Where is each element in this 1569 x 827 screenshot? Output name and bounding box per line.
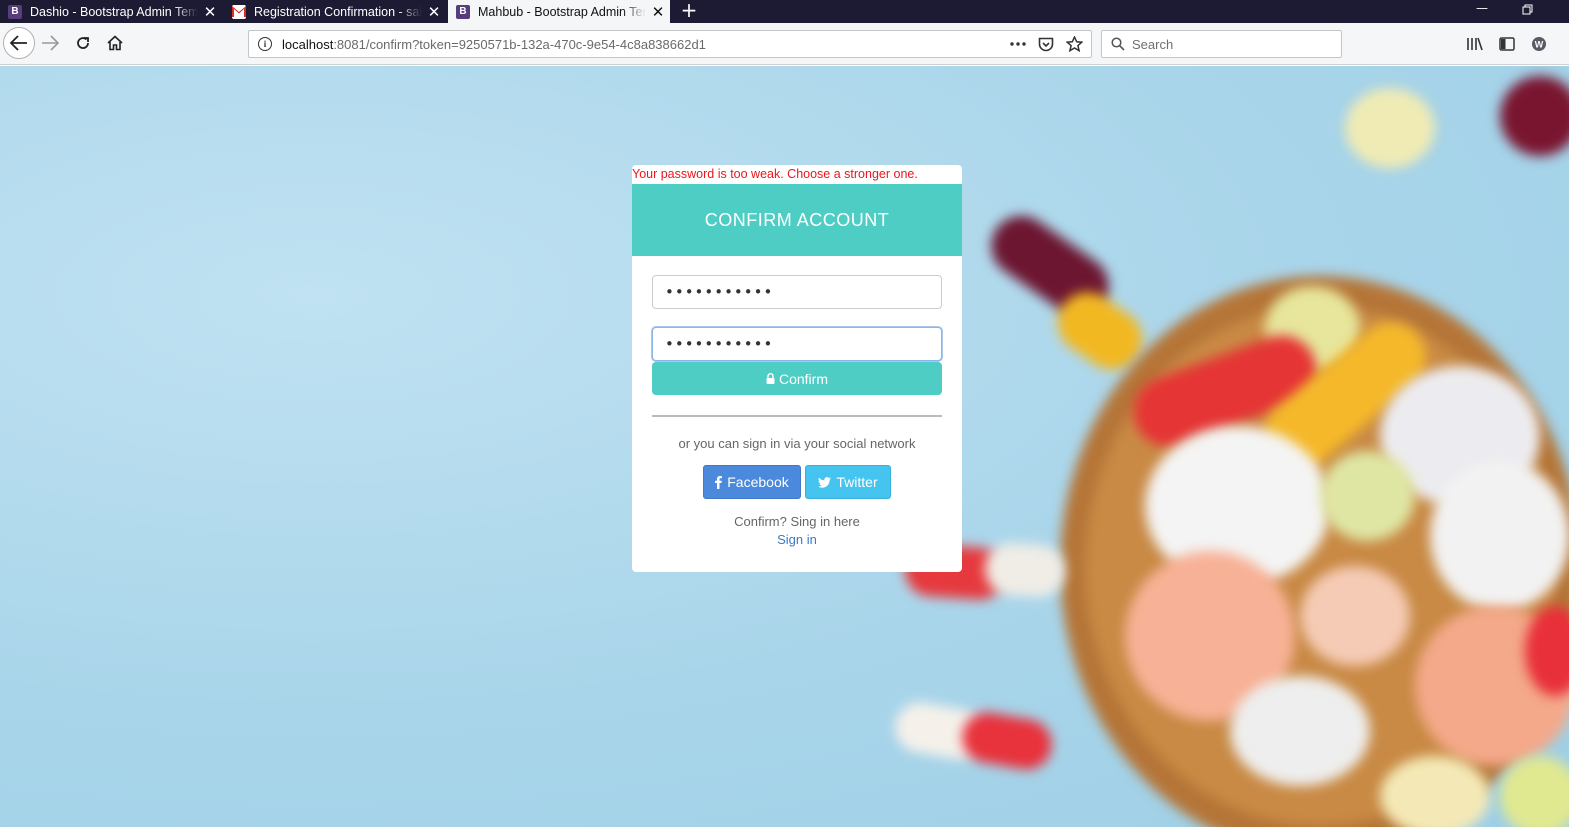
search-input[interactable] xyxy=(1132,35,1332,53)
pill-decoration xyxy=(983,541,1067,599)
pill-decoration xyxy=(1380,756,1490,827)
pill-decoration xyxy=(1320,451,1415,541)
facebook-button-label: Facebook xyxy=(727,474,789,490)
home-icon xyxy=(107,35,123,51)
gmail-icon xyxy=(232,4,246,19)
divider xyxy=(652,415,942,417)
confirm-signin-text: Confirm? Sing in here xyxy=(734,514,860,529)
confirm-button[interactable]: Confirm xyxy=(652,362,942,395)
pill-decoration xyxy=(1430,461,1569,611)
arrow-right-icon xyxy=(42,35,59,51)
pill-decoration xyxy=(1500,76,1569,156)
tab-registration[interactable]: Registration Confirmation - sakib ✕ xyxy=(224,0,446,23)
twitter-button-label: Twitter xyxy=(836,474,878,490)
password-input[interactable] xyxy=(652,275,942,309)
tab-dashio[interactable]: B Dashio - Bootstrap Admin Template ✕ xyxy=(0,0,222,23)
search-icon xyxy=(1111,37,1125,51)
tab-strip: B Dashio - Bootstrap Admin Template ✕ Re… xyxy=(0,0,1569,23)
social-network-text: or you can sign in via your social netwo… xyxy=(678,436,916,451)
extension-icon[interactable]: W xyxy=(1529,35,1549,53)
library-icon[interactable] xyxy=(1465,35,1485,53)
pill-decoration xyxy=(1345,88,1435,168)
pill-decoration xyxy=(1230,676,1370,786)
close-icon[interactable]: ✕ xyxy=(422,3,446,21)
facebook-button[interactable]: Facebook xyxy=(703,465,801,499)
page-background: Your password is too weak. Choose a stro… xyxy=(0,66,1569,827)
search-bar[interactable] xyxy=(1101,30,1342,58)
twitter-button[interactable]: Twitter xyxy=(805,465,891,499)
minimize-icon[interactable]: — xyxy=(1462,0,1502,23)
bootstrap-icon: B xyxy=(456,4,470,19)
facebook-icon xyxy=(715,475,723,489)
close-icon[interactable]: ✕ xyxy=(198,3,222,21)
restore-icon[interactable] xyxy=(1508,0,1548,23)
pill-decoration xyxy=(1500,756,1569,827)
url-bar[interactable]: i localhost:8081/confirm?token=9250571b-… xyxy=(248,30,1092,58)
confirm-password-input[interactable] xyxy=(652,327,942,361)
reload-icon xyxy=(77,37,89,49)
weak-password-warning: Your password is too weak. Choose a stro… xyxy=(632,165,962,184)
tab-title: Mahbub - Bootstrap Admin Template xyxy=(478,4,646,19)
info-icon[interactable]: i xyxy=(258,37,272,51)
nav-bar: i localhost:8081/confirm?token=9250571b-… xyxy=(0,23,1569,65)
tab-title: Dashio - Bootstrap Admin Template xyxy=(30,4,198,19)
sign-in-link[interactable]: Sign in xyxy=(632,532,962,547)
tab-mahbub[interactable]: B Mahbub - Bootstrap Admin Template ✕ xyxy=(448,0,670,23)
back-button[interactable] xyxy=(3,27,35,59)
svg-text:W: W xyxy=(1535,40,1544,50)
twitter-icon xyxy=(818,476,832,488)
bootstrap-icon: B xyxy=(8,4,22,19)
forward-button[interactable] xyxy=(35,28,65,58)
new-tab-icon[interactable]: + xyxy=(678,0,700,23)
home-button[interactable] xyxy=(100,28,130,58)
url-text[interactable]: localhost:8081/confirm?token=9250571b-13… xyxy=(282,37,706,52)
reload-button[interactable] xyxy=(68,28,98,58)
close-icon[interactable]: ✕ xyxy=(646,3,670,21)
tab-title: Registration Confirmation - sakib xyxy=(254,4,422,19)
pocket-icon[interactable] xyxy=(1035,34,1057,54)
lock-icon xyxy=(766,373,775,384)
confirm-account-card: CONFIRM ACCOUNT Confirm or you can sign … xyxy=(632,184,962,572)
pill-decoration xyxy=(1300,566,1410,666)
more-actions-icon[interactable] xyxy=(1007,34,1029,54)
arrow-left-icon xyxy=(10,35,27,51)
pill-decoration xyxy=(958,708,1056,774)
sidebar-icon[interactable] xyxy=(1497,35,1517,53)
card-header: CONFIRM ACCOUNT xyxy=(632,184,962,256)
bookmark-star-icon[interactable] xyxy=(1063,34,1085,54)
confirm-button-label: Confirm xyxy=(778,370,828,387)
